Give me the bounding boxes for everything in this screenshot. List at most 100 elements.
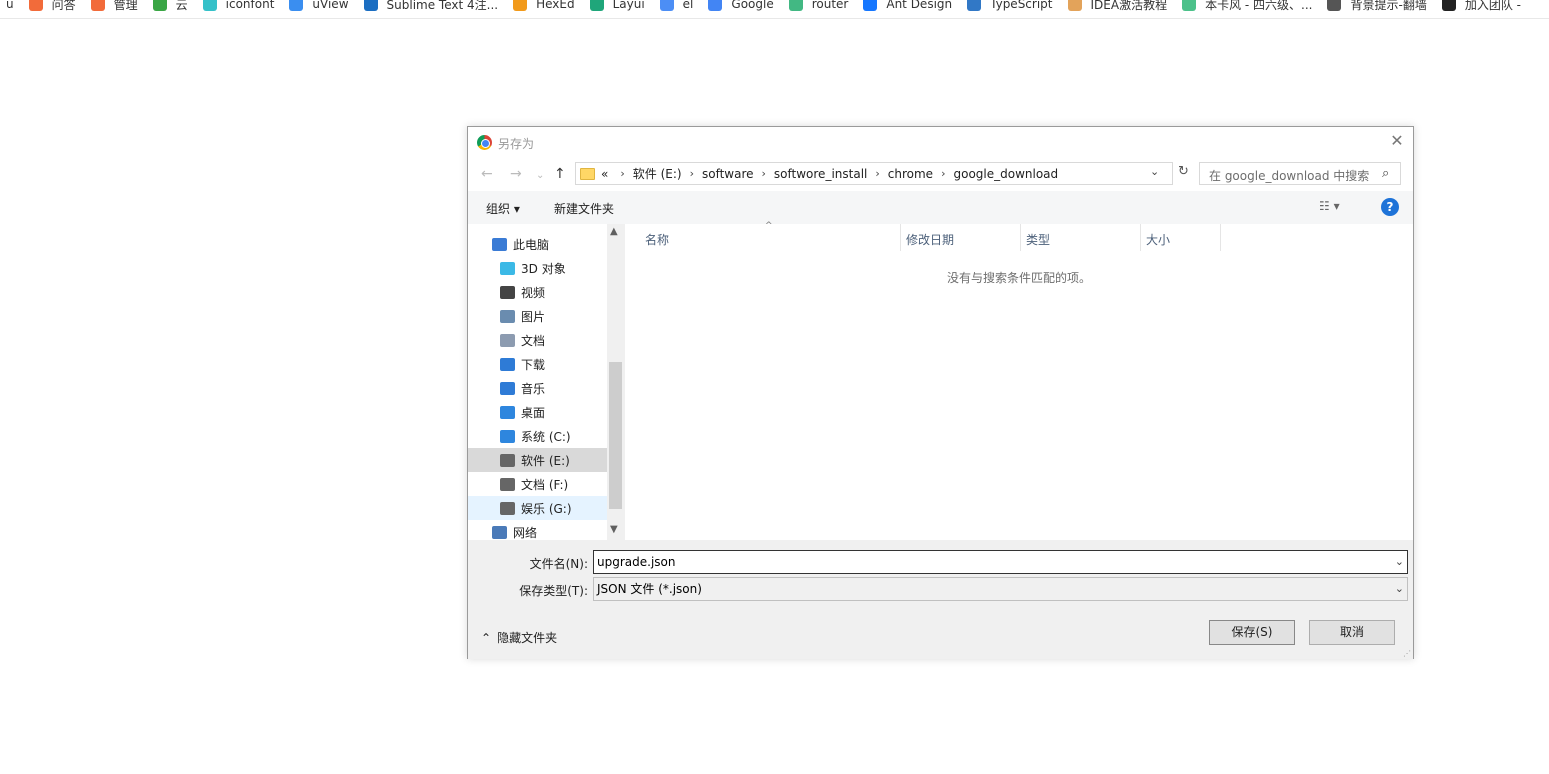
breadcrumb-separator-icon[interactable]: › xyxy=(762,167,766,180)
bookmark-item[interactable]: Ant Design xyxy=(863,0,952,11)
bookmark-item[interactable]: Layui xyxy=(589,0,645,11)
bookmark-icon xyxy=(589,0,604,11)
breadcrumb-chrome[interactable]: chrome xyxy=(888,167,933,181)
bookmark-item[interactable]: HexEd xyxy=(513,0,575,11)
recent-dropdown-icon[interactable]: ⌄ xyxy=(536,168,544,184)
bookmark-icon xyxy=(1182,0,1197,11)
breadcrumb-software[interactable]: software xyxy=(702,167,754,181)
breadcrumb-separator-icon[interactable]: › xyxy=(620,167,624,180)
save-as-dialog: 另存为 ✕ ← → ⌄ ↑ « › 软件 (E:) › software › s… xyxy=(467,126,1414,659)
scroll-down-icon[interactable]: ▼ xyxy=(610,524,618,535)
sidebar-item[interactable]: 下载 xyxy=(468,352,607,376)
sidebar-item[interactable]: 软件 (E:) xyxy=(468,448,607,472)
save-button[interactable]: 保存(S) xyxy=(1209,620,1295,645)
sidebar-item[interactable]: 文档 xyxy=(468,328,607,352)
bookmark-icon xyxy=(967,0,982,11)
bookmark-item[interactable]: el xyxy=(659,0,693,11)
breadcrumb-overflow[interactable]: « xyxy=(601,167,608,181)
bookmark-item[interactable]: Sublime Text 4注... xyxy=(363,0,498,13)
bookmark-item[interactable]: 问答 xyxy=(28,0,76,13)
bookmark-label: uView xyxy=(312,0,349,11)
close-icon[interactable]: ✕ xyxy=(1388,132,1406,150)
up-arrow-icon[interactable]: ↑ xyxy=(554,166,566,182)
sidebar-item-label: 3D 对象 xyxy=(521,261,566,276)
organize-menu[interactable]: 组织 ▾ xyxy=(486,200,520,217)
breadcrumb-drive[interactable]: 软件 (E:) xyxy=(633,165,682,182)
chevron-down-icon[interactable]: ⌄ xyxy=(1395,551,1404,573)
search-input[interactable]: 在 google_download 中搜索 ⌕ xyxy=(1199,162,1401,185)
view-options-icon[interactable]: ☷ ▾ xyxy=(1319,199,1340,213)
back-arrow-icon[interactable]: ← xyxy=(481,166,493,182)
column-header-modified[interactable]: 修改日期 xyxy=(906,231,954,248)
refresh-icon[interactable]: ↻ xyxy=(1178,164,1189,179)
picture-icon xyxy=(500,309,515,323)
bookmark-icon xyxy=(863,0,878,11)
bookmark-item[interactable]: 管理 xyxy=(90,0,138,13)
column-header-type[interactable]: 类型 xyxy=(1026,231,1050,248)
scroll-up-icon[interactable]: ▲ xyxy=(610,226,618,237)
document-icon xyxy=(500,333,515,347)
bookmark-icon xyxy=(1327,0,1342,11)
filename-field[interactable]: upgrade.json ⌄ xyxy=(593,550,1408,574)
bookmark-label: 加入团队 - xyxy=(1464,0,1521,12)
bookmark-item[interactable]: u xyxy=(6,0,14,11)
breadcrumb-separator-icon[interactable]: › xyxy=(875,167,879,180)
sidebar-item[interactable]: 文档 (F:) xyxy=(468,472,607,496)
bookmark-item[interactable]: 本卡风 - 四六级、... xyxy=(1182,0,1312,13)
drive-icon xyxy=(500,453,515,467)
breadcrumb-separator-icon[interactable]: › xyxy=(941,167,945,180)
column-divider xyxy=(900,224,901,251)
sidebar-item[interactable]: 3D 对象 xyxy=(468,256,607,280)
hide-folders-toggle[interactable]: ⌃ 隐藏文件夹 xyxy=(481,629,557,646)
filetype-select[interactable]: JSON 文件 (*.json) ⌄ xyxy=(593,577,1408,601)
column-divider xyxy=(1020,224,1021,251)
dialog-titlebar[interactable]: 另存为 ✕ xyxy=(468,127,1413,157)
sidebar-item[interactable]: 系统 (C:) xyxy=(468,424,607,448)
bookmark-label: Ant Design xyxy=(886,0,953,11)
new-folder-button[interactable]: 新建文件夹 xyxy=(554,200,614,217)
bookmark-item[interactable]: 背景提示-翻墙 xyxy=(1327,0,1427,13)
column-header-size[interactable]: 大小 xyxy=(1146,231,1170,248)
bookmark-item[interactable]: IDEA激活教程 xyxy=(1067,0,1167,13)
breadcrumb-separator-icon[interactable]: › xyxy=(690,167,694,180)
help-icon[interactable]: ? xyxy=(1381,198,1399,216)
sidebar-item[interactable]: 桌面 xyxy=(468,400,607,424)
sidebar-item-label: 音乐 xyxy=(521,381,546,396)
bookmark-label: 背景提示-翻墙 xyxy=(1350,0,1427,12)
breadcrumb-google-download[interactable]: google_download xyxy=(953,167,1058,181)
sidebar-item[interactable]: 网络 xyxy=(468,520,607,540)
sidebar-item[interactable]: 图片 xyxy=(468,304,607,328)
scrollbar-thumb[interactable] xyxy=(609,362,622,509)
sidebar-item-label: 下载 xyxy=(521,357,546,372)
bookmark-icon xyxy=(202,0,217,11)
cancel-button[interactable]: 取消 xyxy=(1309,620,1395,645)
search-icon[interactable]: ⌕ xyxy=(1382,166,1389,181)
bookmark-item[interactable]: TypeScript xyxy=(967,0,1053,11)
sidebar-item[interactable]: 音乐 xyxy=(468,376,607,400)
bookmark-item[interactable]: uView xyxy=(289,0,349,11)
bookmark-item[interactable]: 云 xyxy=(152,0,188,13)
breadcrumb-softwore-install[interactable]: softwore_install xyxy=(774,167,867,181)
sidebar-item-label: 软件 (E:) xyxy=(521,453,570,468)
bookmark-item[interactable]: iconfont xyxy=(202,0,274,11)
file-list: ^ 名称 修改日期 类型 大小 没有与搜索条件匹配的项。 xyxy=(625,221,1413,540)
filename-value: upgrade.json xyxy=(597,555,676,569)
sidebar-item-label: 网络 xyxy=(513,525,538,540)
bookmark-label: TypeScript xyxy=(990,0,1053,11)
resize-grip-icon[interactable]: ⋰ xyxy=(1403,649,1411,658)
nav-scrollbar[interactable]: ▲ ▼ xyxy=(607,224,624,540)
bookmark-item[interactable]: Google xyxy=(708,0,774,11)
sidebar-item[interactable]: 视频 xyxy=(468,280,607,304)
column-header-name[interactable]: 名称 xyxy=(645,231,669,248)
sidebar-item[interactable]: 娱乐 (G:) xyxy=(468,496,607,520)
bookmark-label: 云 xyxy=(175,0,188,12)
chevron-down-icon[interactable]: ⌄ xyxy=(1395,578,1404,600)
chevron-down-icon[interactable]: ⌄ xyxy=(1150,165,1159,178)
cube-icon xyxy=(500,261,515,275)
address-bar[interactable]: « › 软件 (E:) › software › softwore_instal… xyxy=(575,162,1173,185)
sidebar-item[interactable]: 此电脑 xyxy=(468,232,607,256)
download-icon xyxy=(500,357,515,371)
bookmark-item[interactable]: 加入团队 - xyxy=(1441,0,1521,13)
bookmark-item[interactable]: router xyxy=(788,0,848,11)
forward-arrow-icon[interactable]: → xyxy=(510,166,522,182)
